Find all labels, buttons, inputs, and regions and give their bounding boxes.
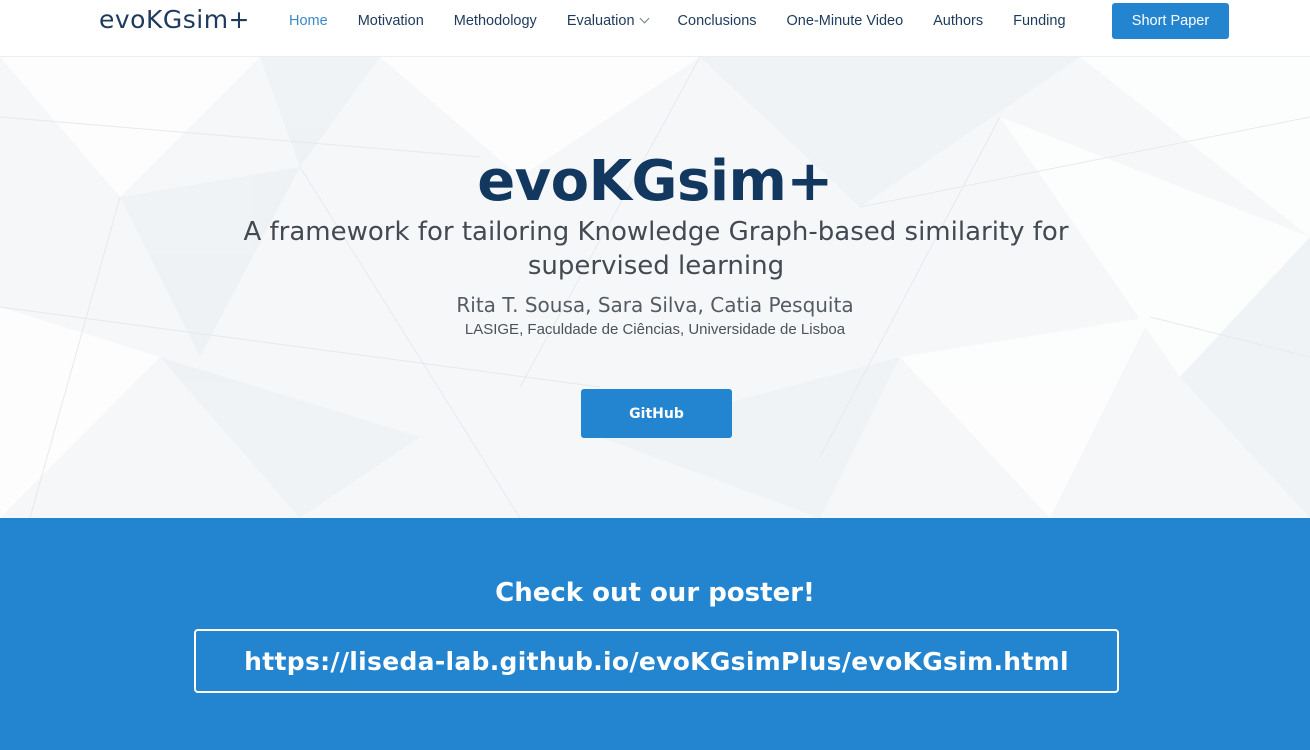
- main-nav: Home Motivation Methodology Evaluation C…: [274, 0, 1081, 42]
- nav-motivation[interactable]: Motivation: [343, 13, 439, 29]
- chevron-down-icon: [639, 13, 649, 23]
- page-subtitle: A framework for tailoring Knowledge Grap…: [243, 217, 1069, 281]
- poster-link[interactable]: https://liseda-lab.github.io/evoKGsimPlu…: [244, 647, 1069, 676]
- page-title: evoKGsim+: [477, 149, 833, 214]
- affiliation: LASIGE, Faculdade de Ciências, Universid…: [464, 321, 846, 338]
- nav-conclusions[interactable]: Conclusions: [663, 13, 772, 29]
- hero-content: evoKGsim+ A framework for tailoring Know…: [0, 57, 1310, 518]
- site-header: evoKGsim+ Home Motivation Methodology Ev…: [0, 0, 1310, 57]
- poster-link-box[interactable]: https://liseda-lab.github.io/evoKGsimPlu…: [194, 629, 1119, 693]
- nav-authors[interactable]: Authors: [918, 13, 998, 29]
- hero-section: evoKGsim+ A framework for tailoring Know…: [0, 57, 1310, 518]
- nav-evaluation[interactable]: Evaluation: [552, 13, 663, 29]
- nav-evaluation-label: Evaluation: [566, 13, 635, 29]
- nav-one-minute-video[interactable]: One-Minute Video: [772, 13, 919, 29]
- poster-heading: Check out our poster!: [495, 578, 815, 608]
- github-button[interactable]: GitHub: [581, 389, 732, 438]
- poster-section: Check out our poster! https://liseda-lab…: [0, 518, 1310, 750]
- author-list: Rita T. Sousa, Sara Silva, Catia Pesquit…: [456, 293, 854, 317]
- short-paper-button[interactable]: Short Paper: [1112, 3, 1229, 39]
- nav-methodology[interactable]: Methodology: [439, 13, 552, 29]
- nav-funding[interactable]: Funding: [998, 13, 1080, 29]
- nav-home[interactable]: Home: [274, 13, 343, 29]
- site-logo[interactable]: evoKGsim+: [99, 5, 250, 34]
